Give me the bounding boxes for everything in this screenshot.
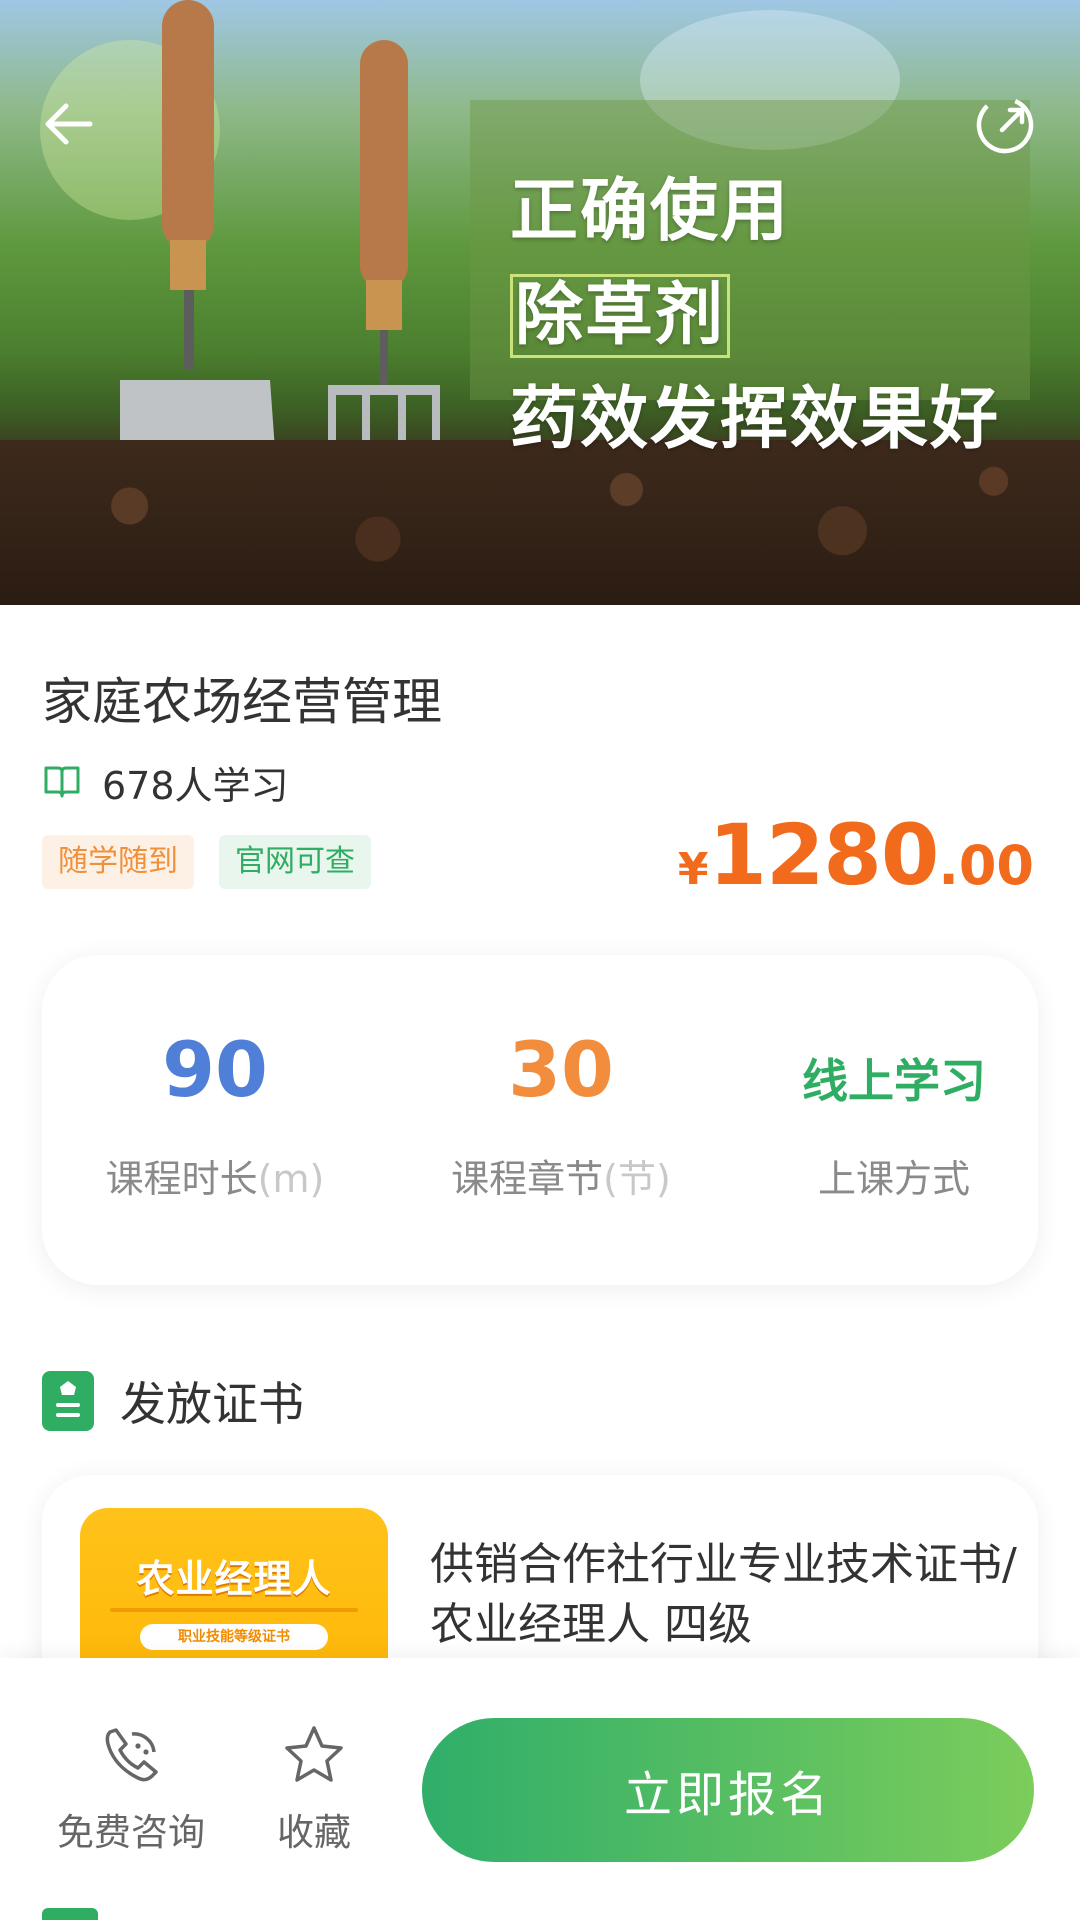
headline-text: 正确使用 — [510, 172, 791, 251]
share-button[interactable] — [972, 92, 1038, 158]
favorite-button[interactable]: 收藏 — [262, 1722, 366, 1856]
stat-duration: 90 课程时长(m) — [42, 955, 388, 1285]
thumb-subtitle: 职业技能等级证书 — [140, 1624, 328, 1650]
price-integer: 1280 — [708, 806, 940, 904]
price-decimal: .00 — [938, 834, 1034, 897]
tag-verifiable: 官网可查 — [219, 835, 371, 889]
learner-count: 678人学习 — [42, 756, 289, 808]
headline-highlight: 除草剂 — [510, 274, 731, 358]
bottom-action-bar: 免费咨询 收藏 立即报名 — [0, 1658, 1080, 1920]
mode-value: 线上学习 — [802, 1054, 986, 1108]
course-stats-card: 90 课程时长(m) 30 课程章节(节) 线上学习 上课方式 — [42, 955, 1038, 1285]
back-button[interactable] — [36, 92, 100, 156]
free-consult-button[interactable]: 免费咨询 — [54, 1722, 208, 1856]
course-price: ¥1280.00 — [678, 806, 1034, 904]
thumb-divider — [110, 1608, 358, 1612]
arrow-left-icon — [45, 103, 93, 145]
banner-headline: 正确使用除草剂 药效发挥效果好 — [510, 160, 1010, 472]
course-detail-page: 正确使用除草剂 药效发挥效果好 家庭农场经营管理 678人学习 随学随到 官网可… — [0, 0, 1080, 1920]
certificate-icon — [42, 1371, 94, 1431]
enroll-button[interactable]: 立即报名 — [422, 1718, 1034, 1862]
headline-line2: 药效发挥效果好 — [510, 380, 1001, 459]
section-title: 发放证书 — [120, 1377, 304, 1431]
chapters-value: 30 — [508, 1025, 614, 1114]
thumb-title: 农业经理人 — [136, 1557, 332, 1601]
phone-consult-icon — [105, 1728, 158, 1782]
star-icon — [285, 1726, 343, 1782]
duration-unit: (m) — [257, 1157, 325, 1201]
certificate-section-header: 发放证书 — [42, 1370, 304, 1432]
home-indicator — [42, 1908, 98, 1920]
learner-count-text: 678人学习 — [102, 763, 289, 808]
tag-learn-anytime: 随学随到 — [42, 835, 194, 889]
favorite-label: 收藏 — [277, 1811, 351, 1854]
chapters-unit: (节) — [603, 1157, 671, 1201]
share-icon — [976, 96, 1034, 154]
stat-chapters: 30 课程章节(节) — [388, 955, 734, 1285]
consult-label: 免费咨询 — [57, 1811, 205, 1854]
hero-banner: 正确使用除草剂 药效发挥效果好 — [0, 0, 1080, 605]
chapters-label: 课程章节(节) — [451, 1157, 671, 1201]
certificate-name: 供销合作社行业专业技术证书/农业经理人 四级 — [430, 1539, 1017, 1650]
mode-label: 上课方式 — [817, 1157, 970, 1201]
stat-mode: 线上学习 上课方式 — [734, 955, 1054, 1285]
course-title: 家庭农场经营管理 — [42, 673, 442, 731]
book-icon — [44, 766, 80, 798]
duration-label: 课程时长(m) — [105, 1157, 325, 1201]
price-symbol: ¥ — [677, 844, 709, 895]
duration-value: 90 — [162, 1025, 268, 1114]
